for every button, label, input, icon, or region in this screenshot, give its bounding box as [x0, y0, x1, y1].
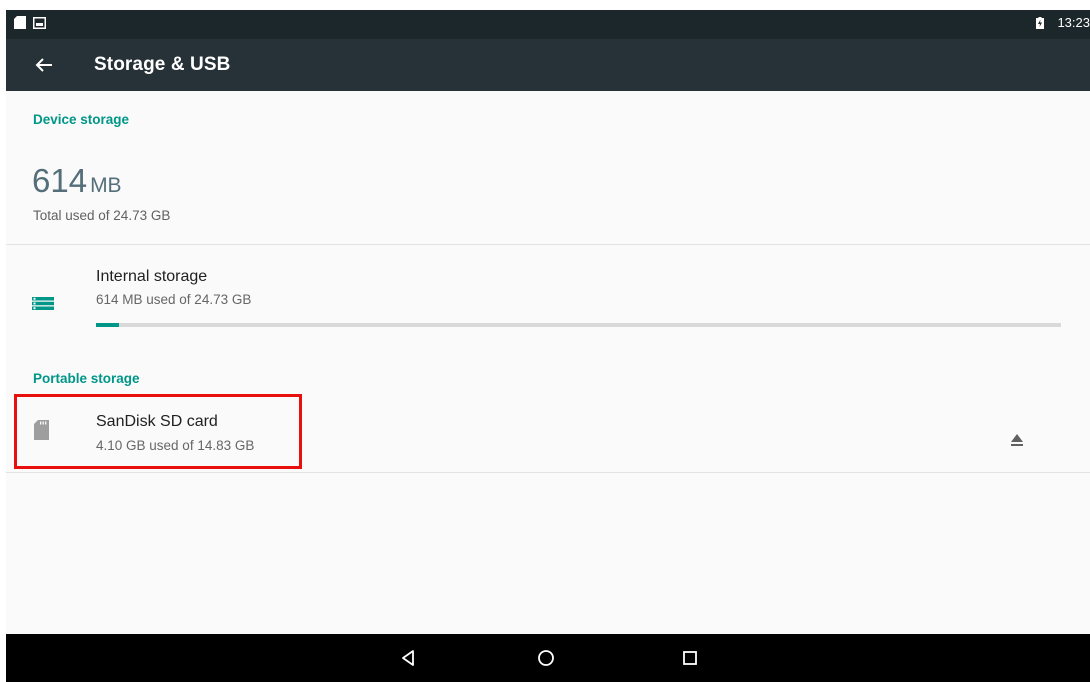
battery-charging-icon: [1036, 17, 1044, 29]
total-used-unit: MB: [90, 174, 122, 197]
status-time: 13:23: [1057, 15, 1090, 30]
total-used-value: 614: [32, 162, 88, 199]
app-bar: Storage & USB: [6, 39, 1090, 91]
arrow-back-icon[interactable]: [30, 51, 58, 79]
internal-storage-title: Internal storage: [96, 268, 208, 285]
status-bar: 13:23: [6, 10, 1090, 39]
total-used-display: 614 MB: [32, 162, 122, 200]
home-circle-icon[interactable]: [534, 646, 558, 670]
sd-card-icon: [34, 420, 49, 440]
image-notification-icon: [33, 17, 46, 29]
device-storage-header: Device storage: [33, 112, 130, 127]
sd-card-notification-icon: [14, 16, 26, 29]
sd-card-title: SanDisk SD card: [96, 413, 218, 430]
sd-card-summary: 4.10 GB used of 14.83 GB: [96, 438, 255, 453]
nav-bar: [6, 634, 1090, 682]
internal-storage-progress: [96, 323, 1061, 327]
internal-storage-summary: 614 MB used of 24.73 GB: [96, 292, 252, 307]
internal-storage-progress-fill: [96, 323, 120, 327]
eject-icon[interactable]: [1006, 429, 1028, 451]
sd-card-item[interactable]: SanDisk SD card 4.10 GB used of 14.83 GB: [6, 396, 1090, 472]
internal-storage-item[interactable]: Internal storage 614 MB used of 24.73 GB: [6, 245, 1090, 345]
screen: 13:23 Storage & USB Device storage 614 MB…: [6, 10, 1090, 682]
storage-icon: [32, 297, 54, 310]
recents-square-icon[interactable]: [678, 646, 702, 670]
back-triangle-icon[interactable]: [396, 646, 420, 670]
total-used-summary: Total used of 24.73 GB: [33, 208, 171, 223]
divider: [6, 472, 1090, 473]
portable-storage-header: Portable storage: [33, 371, 140, 386]
page-title: Storage & USB: [94, 54, 231, 75]
